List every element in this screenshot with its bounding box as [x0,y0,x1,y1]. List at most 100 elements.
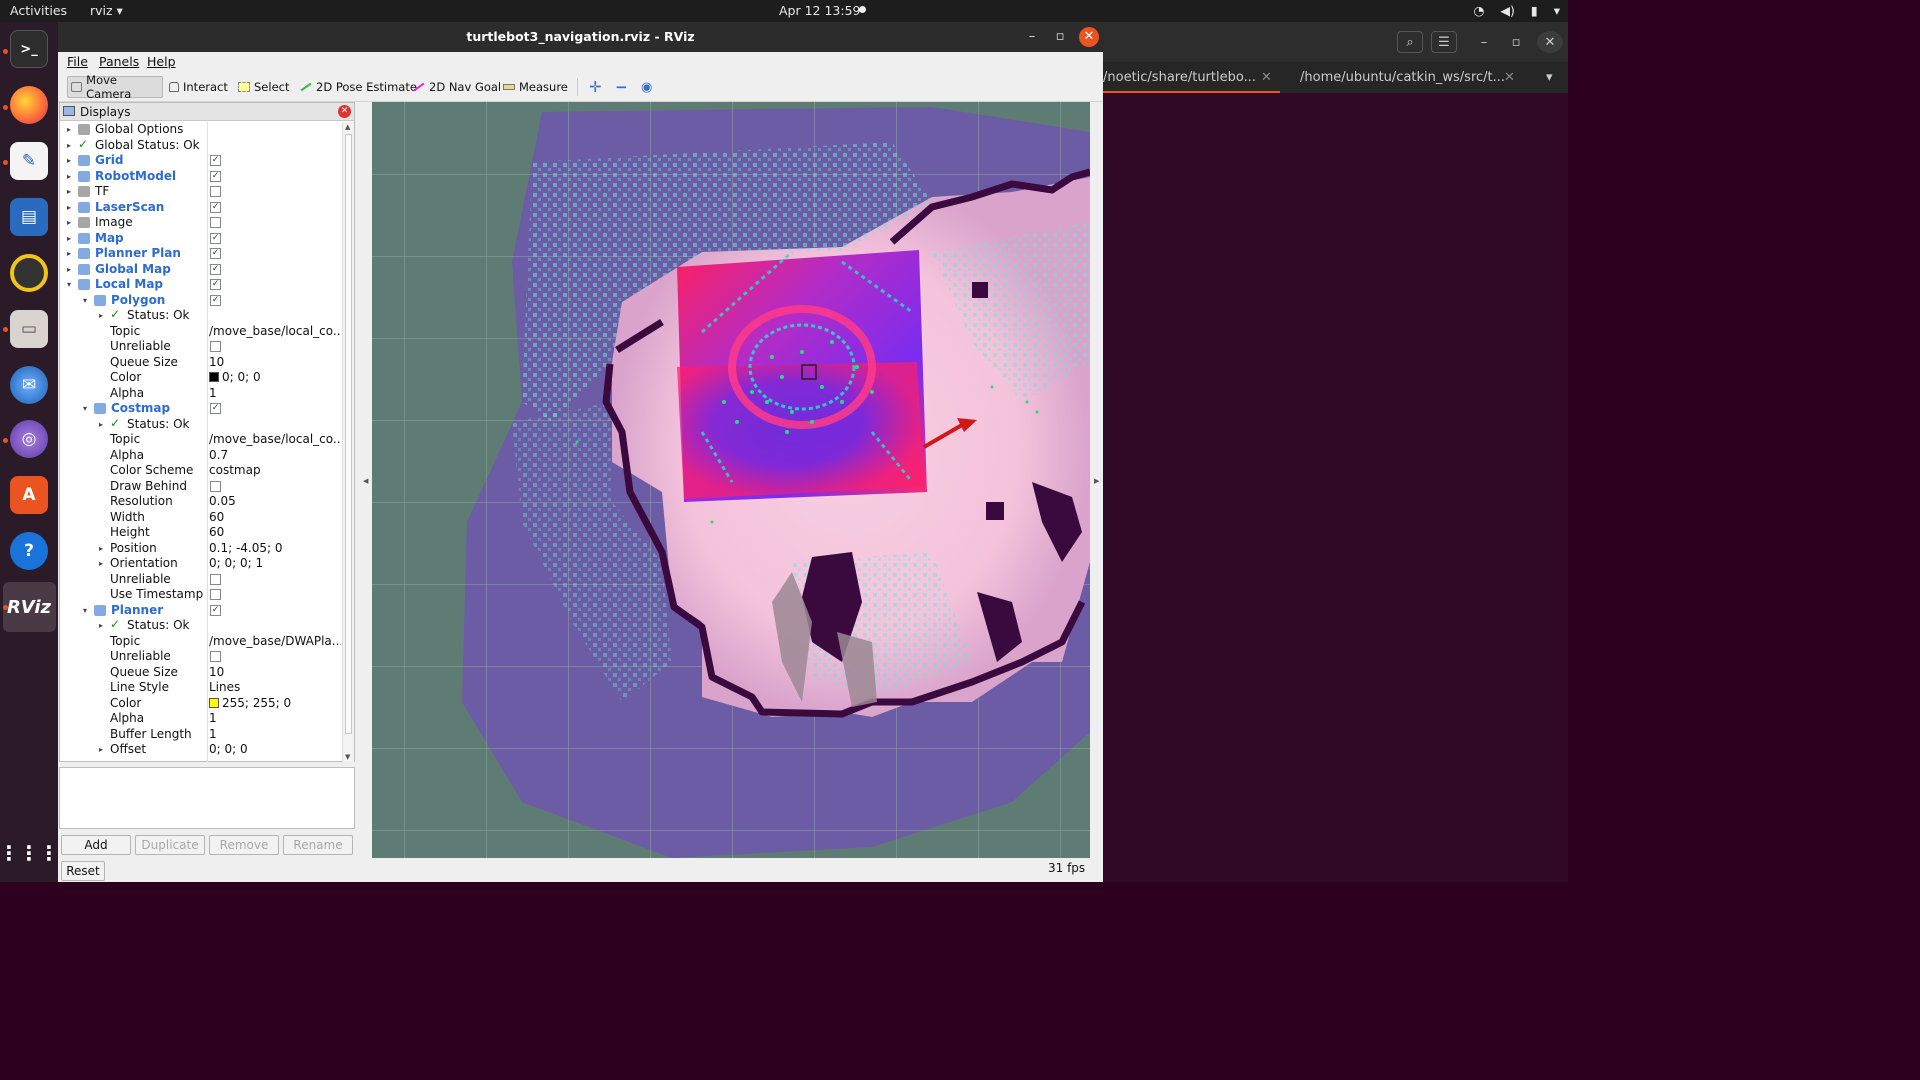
writer-icon[interactable]: ▤ [10,198,48,236]
rhythmbox-icon[interactable] [10,254,48,292]
add-tool-icon[interactable]: ✛ [586,76,605,98]
display-row[interactable]: Alpha 1 [60,711,342,727]
property-value[interactable]: 1 [209,727,341,742]
color-swatch[interactable] [209,697,219,708]
display-row[interactable]: ▸ ✓ Status: Ok [60,416,342,433]
property-value[interactable]: 60 [209,510,341,525]
display-row[interactable]: Alpha 1 [60,386,342,402]
expand-right-icon[interactable]: ▸ [64,215,74,230]
enable-checkbox[interactable]: ✓ [210,604,221,616]
property-value[interactable]: 60 [209,525,341,540]
display-row[interactable]: ▸ Global Map ✓ [60,262,342,278]
expand-down-icon[interactable]: ▾ [80,603,90,618]
tree-scrollbar[interactable]: ▲ ▼ [342,122,354,762]
display-row[interactable]: ▸ Map ✓ [60,231,342,247]
display-row[interactable]: Resolution 0.05 [60,494,342,510]
enable-checkbox[interactable]: ✓ [210,155,221,166]
maximize-icon[interactable]: ▫ [1050,27,1070,47]
display-row[interactable]: ▸ Planner Plan ✓ [60,246,342,262]
display-row[interactable]: Topic/move_base/local_co... [60,324,342,340]
display-row[interactable]: Unreliable [60,572,342,588]
close-icon[interactable]: ✕ [338,105,351,118]
expand-right-icon[interactable]: ▸ [96,556,106,571]
expand-right-icon[interactable]: ▸ [96,541,106,556]
close-icon[interactable]: ✕ [1261,70,1272,85]
enable-checkbox[interactable]: ✓ [210,279,221,290]
display-row[interactable]: Topic/move_base/DWAPla... [60,634,342,650]
menu-file[interactable]: File [67,54,88,69]
help-icon[interactable]: ? [10,532,48,570]
render-view[interactable] [372,102,1090,858]
duplicate-button[interactable]: Duplicate [135,835,205,855]
close-icon[interactable]: ✕ [1079,27,1099,47]
display-row[interactable]: Line Style Lines [60,680,342,696]
property-value[interactable]: 0; 0; 0 [209,742,341,757]
enable-checkbox[interactable]: ✓ [210,201,221,213]
display-row[interactable]: Height 60 [60,525,342,541]
display-row[interactable]: Color 255; 255; 0 [60,696,342,712]
display-row[interactable]: ▸ Orientation 0; 0; 0; 1 [60,556,342,572]
display-row[interactable]: ▸ ✓ Status: Ok [60,617,342,634]
property-value[interactable]: Lines [209,680,341,695]
enable-checkbox[interactable] [210,217,221,228]
expand-right-icon[interactable]: ▸ [64,122,74,137]
display-row[interactable]: ▸ TF [60,184,342,200]
property-value[interactable]: 10 [209,665,341,680]
expand-down-icon[interactable]: ▾ [80,293,90,308]
display-row[interactable]: ▾ Polygon ✓ [60,293,342,309]
enable-checkbox[interactable]: ✓ [210,248,221,259]
app-grid-icon[interactable]: ⋮⋮⋮ [0,834,59,872]
display-row[interactable]: ▸ Position 0.1; -4.05; 0 [60,541,342,557]
minimize-icon[interactable]: – [1471,31,1497,53]
enable-checkbox[interactable]: ✓ [210,294,221,306]
property-value[interactable]: /move_base/local_co... [209,324,341,339]
expand-right-icon[interactable]: ▸ [96,618,106,633]
expand-right-icon[interactable]: ▸ [96,417,106,432]
display-row[interactable]: Alpha 0.7 [60,448,342,464]
expand-right-icon[interactable]: ▸ [64,246,74,261]
remove-button[interactable]: Remove [209,835,279,855]
property-value[interactable]: 10 [209,355,341,370]
display-row[interactable]: Buffer Length 1 [60,727,342,743]
enable-checkbox[interactable] [210,589,221,600]
nav-goal-tool[interactable]: 2D Nav Goal [410,76,504,98]
menu-help[interactable]: Help [147,54,176,69]
expand-right-icon[interactable]: ▸ [64,138,74,153]
display-row[interactable]: Queue Size 10 [60,355,342,371]
scroll-up-icon[interactable]: ▲ [345,123,350,131]
property-value[interactable]: 255; 255; 0 [209,696,341,711]
title-bar[interactable]: turtlebot3_navigation.rviz - RViz – ▫ ✕ [58,22,1103,52]
collapse-right-icon[interactable]: ▶ [1094,477,1099,485]
display-row[interactable]: ▾ Costmap ✓ [60,401,342,417]
display-row[interactable]: Color Scheme costmap [60,463,342,479]
system-tray[interactable]: ◔ ◀) ▮ ▾ [1461,3,1560,18]
enable-checkbox[interactable]: ✓ [210,403,221,414]
display-row[interactable]: ▸ ✓ Global Status: Ok [60,137,342,154]
display-row[interactable]: Queue Size 10 [60,665,342,681]
property-value[interactable]: 0.7 [209,448,341,463]
property-value[interactable]: 1 [209,386,341,401]
activities-button[interactable]: Activities [10,3,67,18]
text-editor-icon[interactable]: ✎ [10,142,48,180]
network-icon[interactable]: ◎ [10,420,48,458]
expand-right-icon[interactable]: ▸ [64,200,74,215]
display-row[interactable]: ▸ ✓ Status: Ok [60,307,342,324]
enable-checkbox[interactable]: ✓ [210,170,221,182]
display-row[interactable]: ▸ RobotModel ✓ [60,169,342,185]
close-icon[interactable]: ✕ [1537,31,1563,53]
rviz-icon[interactable]: RViz [7,588,51,626]
display-row[interactable]: ▾ Local Map ✓ [60,277,342,293]
thunderbird-icon[interactable]: ✉ [10,366,48,404]
display-row[interactable]: Use Timestamp [60,587,342,603]
measure-tool[interactable]: Measure [500,76,571,98]
display-row[interactable]: ▸ Image [60,215,342,231]
property-value[interactable]: /move_base/local_co... [209,432,341,447]
display-row[interactable]: Unreliable [60,339,342,355]
enable-checkbox[interactable] [210,480,221,492]
expand-right-icon[interactable]: ▸ [96,742,106,757]
expand-down-icon[interactable]: ▾ [80,401,90,416]
display-row[interactable]: ▸ LaserScan ✓ [60,200,342,216]
expand-down-icon[interactable]: ▾ [64,277,74,292]
expand-right-icon[interactable]: ▸ [64,153,74,168]
reset-button[interactable]: Reset [61,861,105,881]
